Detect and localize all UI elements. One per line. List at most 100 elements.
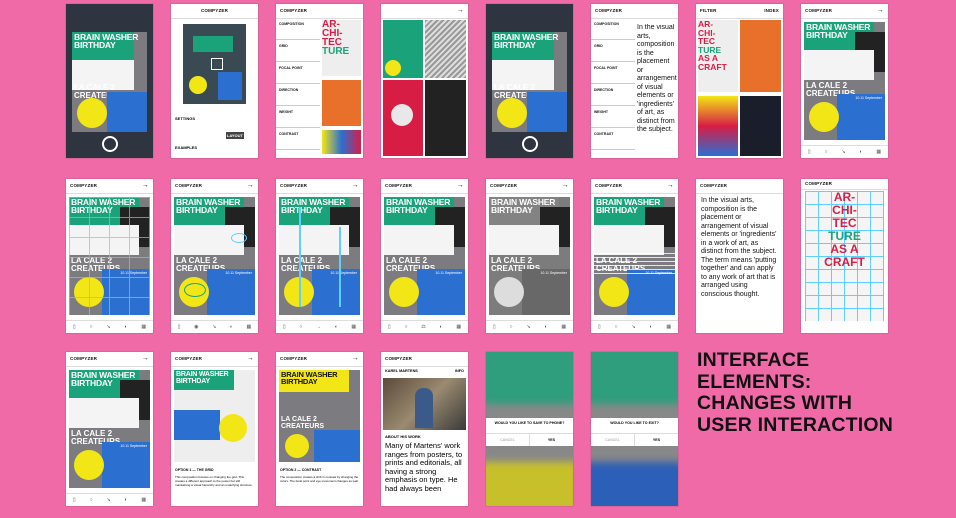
shutter-button[interactable] [102, 136, 118, 152]
grid-icon[interactable]: ▦ [561, 324, 566, 330]
examples-button[interactable]: EXAMPLES [175, 145, 197, 150]
contrast-icon[interactable]: ◐ [649, 324, 652, 330]
arrow-icon[interactable]: → [457, 179, 464, 193]
phone-icon[interactable]: ▯ [73, 324, 76, 330]
rhythm-lines [594, 253, 675, 275]
example-3[interactable] [383, 80, 423, 156]
arrow-icon[interactable]: → [667, 179, 674, 193]
arrow-icon[interactable]: → [247, 352, 254, 366]
arrow-tool-icon[interactable]: ↘ [631, 324, 635, 330]
top-bar: COMPYZER → [171, 352, 258, 367]
grid-icon[interactable]: ▦ [876, 149, 881, 155]
info-link[interactable]: INFO [455, 369, 464, 373]
menu-list: COMPOSITION GRID FOCAL POINT DIRECTION W… [276, 18, 320, 158]
screen-save-dialog: WOULD YOU LIKE TO SAVE TO PHONE? CANCEL … [486, 352, 573, 506]
menu-item-contrast[interactable]: CONTRAST [591, 128, 635, 150]
option-poster: BRAIN WASHER BIRTHDAY [174, 370, 255, 462]
arch-thumb[interactable]: AR- CHI- TEC TURE AS A CRAFT [698, 20, 738, 92]
arrow-icon[interactable]: → [352, 179, 359, 193]
contrast-icon[interactable]: ◐ [859, 149, 862, 155]
description-text: In the visual arts, composition is the p… [701, 197, 777, 298]
phone-icon[interactable]: ▯ [598, 324, 601, 330]
yes-button[interactable]: YES [529, 434, 573, 446]
example-1[interactable] [383, 20, 423, 78]
grid-icon[interactable]: ▦ [666, 324, 671, 330]
orange-poster-thumb[interactable] [322, 80, 361, 126]
phone-icon[interactable]: ▯ [493, 324, 496, 330]
arrow-icon[interactable]: → [562, 179, 569, 193]
orange-thumb[interactable] [740, 20, 781, 92]
example-2[interactable] [425, 20, 466, 78]
circle-icon[interactable]: ○ [404, 324, 407, 330]
top-bar: COMPYZER [171, 4, 258, 19]
menu-item-grid[interactable]: GRID [591, 40, 635, 62]
circle-icon[interactable]: ○ [90, 497, 93, 503]
menu-item-composition[interactable]: COMPOSITION [276, 18, 320, 40]
circle-icon[interactable]: ○ [90, 324, 93, 330]
dark-thumb[interactable] [740, 96, 781, 156]
arch-poster-thumb[interactable]: AR- CHI- TEC TURE [322, 20, 361, 76]
contrast-icon[interactable]: ◐ [124, 497, 127, 503]
menu-item-contrast[interactable]: CONTRAST [276, 128, 320, 150]
arrow-icon[interactable]: → [142, 352, 149, 366]
menu-item-weight[interactable]: WEIGHT [591, 106, 635, 128]
screen-option-contrast: COMPYZER → BRAIN WASHER BIRTHDAY LA CALE 2… [276, 352, 363, 506]
grid-icon[interactable]: ▦ [456, 324, 461, 330]
menu-item-weight[interactable]: WEIGHT [276, 106, 320, 128]
arrow-tool-icon[interactable]: ↘ [841, 149, 845, 155]
arrow-icon[interactable]: → [457, 4, 464, 18]
screen-menu: COMPYZER COMPOSITION GRID FOCAL POINT DI… [276, 4, 363, 158]
phone-icon[interactable]: ▯ [283, 324, 286, 330]
circle-icon[interactable]: ○ [825, 149, 828, 155]
filter-label[interactable]: FILTER [700, 8, 717, 13]
contrast-icon[interactable]: ◐ [124, 324, 127, 330]
example-4[interactable] [425, 80, 466, 156]
direction-tool-icon[interactable]: → [316, 324, 321, 330]
circle-icon[interactable]: ○ [615, 324, 618, 330]
menu-list: COMPOSITION GRID FOCAL POINT DIRECTION W… [591, 18, 635, 158]
contrast-icon[interactable]: ◐ [230, 324, 233, 330]
color-poster-thumb[interactable] [322, 130, 361, 154]
phone-icon[interactable]: ▯ [178, 324, 181, 330]
phone-icon[interactable]: ▯ [73, 497, 76, 503]
phone-icon[interactable]: ▯ [808, 149, 811, 155]
arrow-tool-icon[interactable]: ↘ [212, 324, 216, 330]
index-label[interactable]: INDEX [764, 4, 779, 18]
top-bar: COMPYZER → [591, 179, 678, 194]
contrast-icon[interactable]: ◐ [544, 324, 547, 330]
grid-icon[interactable]: ▦ [351, 324, 356, 330]
grid-icon[interactable]: ▦ [246, 324, 251, 330]
menu-item-focal-point[interactable]: FOCAL POINT [276, 62, 320, 84]
layout-button[interactable]: LAYOUT [225, 132, 244, 139]
color-thumb[interactable] [698, 96, 738, 156]
circle-icon[interactable]: ○ [299, 324, 302, 330]
arrow-tool-icon[interactable]: ↘ [526, 324, 530, 330]
menu-item-composition[interactable]: COMPOSITION [591, 18, 635, 40]
menu-item-grid[interactable]: GRID [276, 40, 320, 62]
arrow-icon[interactable]: → [142, 179, 149, 193]
settings-button[interactable]: SETTINGS [175, 116, 195, 121]
shutter-button[interactable] [522, 136, 538, 152]
arrow-tool-icon[interactable]: ↘ [106, 324, 110, 330]
arrow-tool-icon[interactable]: ↘ [106, 497, 110, 503]
arrow-icon[interactable]: → [877, 4, 884, 18]
menu-item-focal-point[interactable]: FOCAL POINT [591, 62, 635, 84]
circle-icon[interactable]: ○ [510, 324, 513, 330]
weight-tool-icon[interactable]: ⚖ [421, 324, 425, 330]
contrast-icon[interactable]: ◐ [440, 324, 443, 330]
phone-icon[interactable]: ▯ [388, 324, 391, 330]
arrow-icon[interactable]: → [247, 179, 254, 193]
contrast-icon[interactable]: ◐ [335, 324, 338, 330]
grid-icon[interactable]: ▦ [141, 497, 146, 503]
eye-tool-icon[interactable]: ◉ [194, 324, 198, 330]
grid-icon[interactable]: ▦ [141, 324, 146, 330]
menu-item-direction[interactable]: DIRECTION [591, 84, 635, 106]
top-bar: COMPYZER → [171, 179, 258, 194]
section-heading: INTERFACE ELEMENTS: CHANGES WITH USER IN… [697, 349, 893, 436]
yes-button[interactable]: YES [634, 434, 678, 446]
menu-item-direction[interactable]: DIRECTION [276, 84, 320, 106]
cancel-button[interactable]: CANCEL [486, 434, 529, 446]
cancel-button[interactable]: CANCEL [591, 434, 634, 446]
grid-overlay [69, 197, 150, 315]
arrow-icon[interactable]: → [352, 352, 359, 366]
